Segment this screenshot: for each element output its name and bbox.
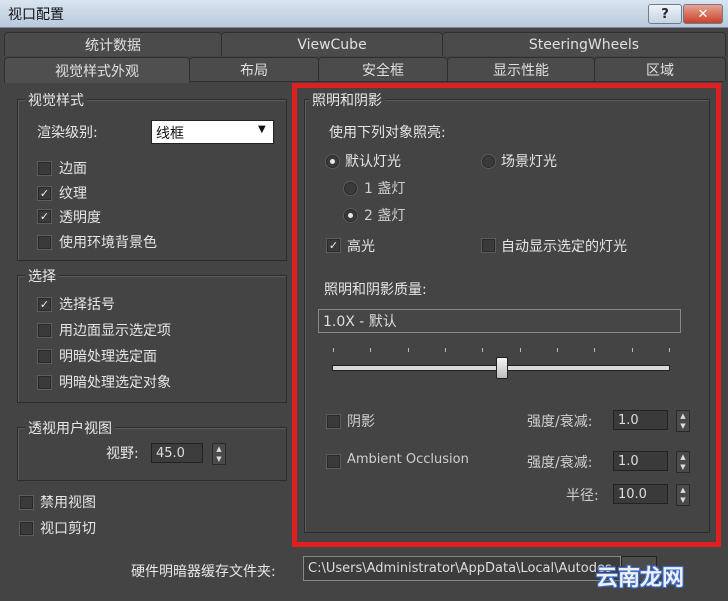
label-shade-faces: 明暗处理选定面 [59,349,157,365]
label-edged-faces: 边面 [59,161,87,177]
fov-label: 视野: [106,446,139,462]
label-viewport-clip: 视口剪切 [40,521,96,537]
tab-viewcube[interactable]: ViewCube [221,32,443,56]
tab-statistics[interactable]: 统计数据 [4,32,222,56]
cache-folder-label: 硬件明暗器缓存文件夹: [131,564,276,580]
visual-style-title: 视觉样式 [25,90,87,110]
checkbox-textures[interactable]: ✓ [38,187,51,200]
render-level-select[interactable]: 线框 ▼ [151,120,274,144]
render-level-label: 渲染级别: [37,125,98,141]
checkbox-env-background[interactable] [38,236,51,249]
checkbox-edged-faces[interactable] [38,162,51,175]
tab-layout[interactable]: 布局 [189,57,319,81]
label-env-background: 使用环境背景色 [59,235,157,251]
tab-row-top: 统计数据 ViewCube SteeringWheels [4,32,726,56]
fov-input[interactable]: 45.0 [151,443,203,463]
checkbox-disable-view[interactable] [20,496,33,509]
checkbox-viewport-clip[interactable] [20,522,33,535]
cache-folder-path[interactable]: C:\Users\Administrator\AppData\Local\Aut… [303,556,621,581]
checkbox-edged-selection[interactable] [38,324,51,337]
fov-spinner[interactable]: ▲ ▼ [212,443,226,465]
label-transparency: 透明度 [59,210,101,226]
perspective-title: 透视用户视图 [25,418,115,438]
checkbox-selection-brackets[interactable]: ✓ [38,298,51,311]
render-level-value: 线框 [156,126,184,142]
help-button[interactable]: ? [648,4,682,24]
window-title: 视口配置 [8,7,64,23]
tab-regions[interactable]: 区域 [594,57,726,81]
watermark-logo: 云南龙网 [596,566,685,591]
tab-safe-frame[interactable]: 安全框 [318,57,448,81]
red-highlight-box [292,83,721,547]
chevron-down-icon: ▼ [258,124,266,135]
title-bar: 视口配置 ? ✕ [0,0,728,28]
tab-visual-style[interactable]: 视觉样式外观 [4,57,190,83]
tab-display-performance[interactable]: 显示性能 [447,57,595,81]
label-textures: 纹理 [59,186,87,202]
tab-steeringwheels[interactable]: SteeringWheels [442,32,726,56]
label-edged-selection: 用边面显示选定项 [59,323,171,339]
tab-row-bottom: 视觉样式外观 布局 安全框 显示性能 区域 [4,57,726,83]
close-button[interactable]: ✕ [683,4,723,24]
label-shade-objects: 明暗处理选定对象 [59,375,171,391]
checkbox-transparency[interactable]: ✓ [38,210,51,223]
label-disable-view: 禁用视图 [40,495,96,511]
checkbox-shade-objects[interactable] [38,376,51,389]
label-selection-brackets: 选择括号 [59,297,115,313]
checkbox-shade-faces[interactable] [38,350,51,363]
selection-title: 选择 [25,266,59,286]
